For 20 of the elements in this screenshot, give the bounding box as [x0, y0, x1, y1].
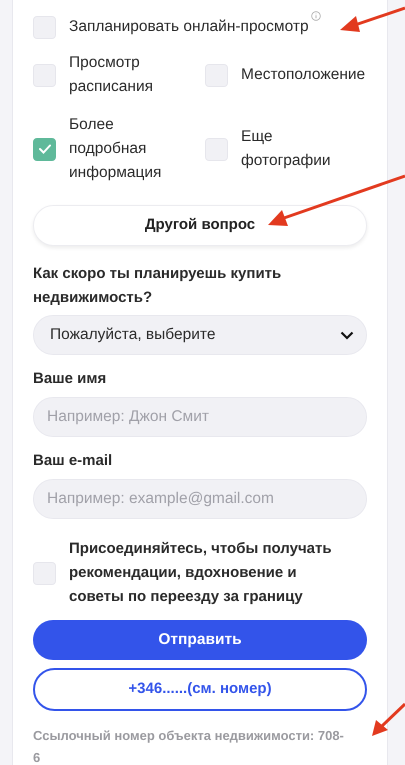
option-label: Просмотр расписания [69, 53, 154, 97]
annotation-arrow [370, 702, 405, 738]
name-field[interactable]: Например: Джон Смит [33, 397, 367, 437]
chevron-down-icon [340, 330, 354, 340]
option-label: Еще фотографии [241, 127, 332, 171]
option-label: Запланировать онлайн-просмотр [69, 18, 309, 35]
field-label: Как скоро ты планируешь купить недвижимость? [33, 264, 282, 308]
email-field[interactable]: Например: example@gmail.com [33, 479, 367, 519]
checkmark-icon [38, 144, 50, 154]
newsletter-label: Присоединяйтесь, чтобы получать рекомендации, вдохновение и советы по переезду за границу [69, 539, 333, 607]
field-label: Ваш e-mail [33, 451, 114, 471]
other-question-button[interactable]: Другой вопрос [33, 205, 367, 246]
info-icon[interactable] [310, 11, 321, 21]
submit-button[interactable]: Отправить [33, 620, 367, 660]
checkbox[interactable] [33, 138, 56, 160]
option-label: Более подробная информация [69, 115, 162, 183]
phone-button[interactable]: +346......(см. номер) [33, 668, 367, 711]
reference-number: Ссылочный номер объекта недвижимости: 708-6 [33, 727, 345, 765]
timeframe-select[interactable]: Пожалуйста, выберите [33, 315, 367, 355]
field-label: Ваше имя [33, 369, 108, 389]
